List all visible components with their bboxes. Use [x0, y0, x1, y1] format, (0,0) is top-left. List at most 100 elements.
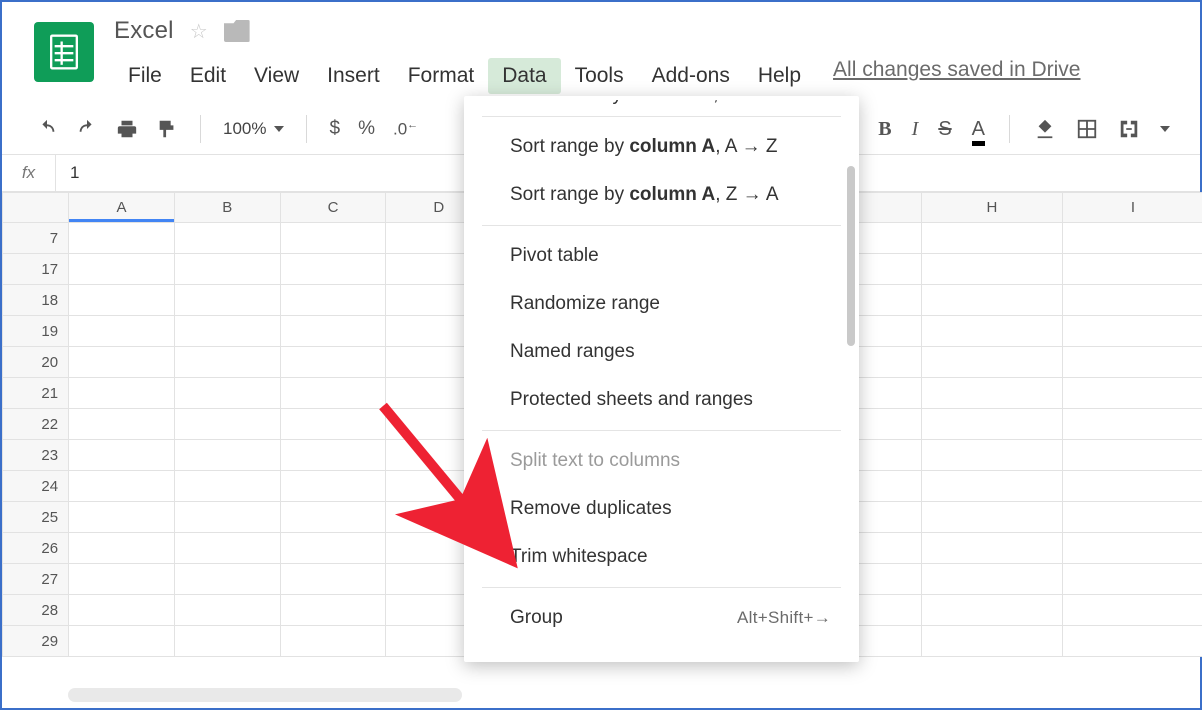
- cell[interactable]: [1062, 502, 1202, 533]
- cell[interactable]: [174, 595, 280, 626]
- menu-insert[interactable]: Insert: [313, 58, 394, 94]
- cell[interactable]: [69, 409, 175, 440]
- cell[interactable]: [280, 502, 386, 533]
- cell[interactable]: [69, 626, 175, 657]
- cell[interactable]: [69, 285, 175, 316]
- format-currency[interactable]: $: [329, 118, 340, 140]
- cell[interactable]: [174, 285, 280, 316]
- decrease-decimal[interactable]: .0←: [393, 119, 418, 140]
- cell[interactable]: [280, 378, 386, 409]
- row-header[interactable]: 17: [3, 254, 69, 285]
- cell[interactable]: [1062, 285, 1202, 316]
- cell[interactable]: [174, 378, 280, 409]
- cell[interactable]: [1062, 440, 1202, 471]
- cell[interactable]: [1062, 564, 1202, 595]
- cell[interactable]: [280, 533, 386, 564]
- cell[interactable]: [280, 223, 386, 254]
- cell[interactable]: [280, 347, 386, 378]
- cell[interactable]: [280, 285, 386, 316]
- menu-item-sort-range-az[interactable]: Sort range by column A, A → Z: [464, 123, 859, 171]
- star-icon[interactable]: ☆: [190, 19, 208, 44]
- cell[interactable]: [280, 409, 386, 440]
- cell[interactable]: [280, 564, 386, 595]
- cell[interactable]: [280, 471, 386, 502]
- cell[interactable]: [69, 254, 175, 285]
- cell[interactable]: [69, 347, 175, 378]
- menu-tools[interactable]: Tools: [561, 58, 638, 94]
- cell[interactable]: [69, 223, 175, 254]
- row-header[interactable]: 25: [3, 502, 69, 533]
- row-header[interactable]: 28: [3, 595, 69, 626]
- format-percent[interactable]: %: [358, 118, 375, 140]
- menu-scrollbar[interactable]: [847, 166, 855, 346]
- cell[interactable]: [174, 254, 280, 285]
- row-header[interactable]: 26: [3, 533, 69, 564]
- zoom-selector[interactable]: 100%: [223, 119, 284, 139]
- row-header[interactable]: 19: [3, 316, 69, 347]
- row-header[interactable]: 24: [3, 471, 69, 502]
- cell[interactable]: [921, 254, 1062, 285]
- horizontal-scrollbar[interactable]: [68, 688, 462, 702]
- row-header[interactable]: 23: [3, 440, 69, 471]
- borders-icon[interactable]: [1076, 118, 1098, 140]
- menu-item-trim-whitespace[interactable]: Trim whitespace: [464, 533, 859, 581]
- column-header[interactable]: A: [69, 193, 175, 223]
- folder-icon[interactable]: [224, 20, 250, 42]
- menu-item-named-ranges[interactable]: Named ranges: [464, 328, 859, 376]
- column-header[interactable]: I: [1062, 193, 1202, 223]
- cell[interactable]: [174, 223, 280, 254]
- cell[interactable]: [174, 347, 280, 378]
- formula-value[interactable]: 1: [56, 163, 79, 183]
- row-header[interactable]: 18: [3, 285, 69, 316]
- menu-item-group[interactable]: GroupAlt+Shift+→: [464, 594, 859, 642]
- cell[interactable]: [921, 223, 1062, 254]
- cell[interactable]: [69, 378, 175, 409]
- fill-color-icon[interactable]: [1034, 118, 1056, 140]
- cell[interactable]: [280, 254, 386, 285]
- text-color-button[interactable]: A: [972, 118, 985, 141]
- row-header[interactable]: 20: [3, 347, 69, 378]
- cell[interactable]: [921, 409, 1062, 440]
- cell[interactable]: [280, 440, 386, 471]
- cell[interactable]: [1062, 533, 1202, 564]
- menu-item-sort-sheet-za[interactable]: Sort sheet by column A, Z → A: [464, 100, 859, 110]
- cell[interactable]: [1062, 409, 1202, 440]
- cell[interactable]: [921, 471, 1062, 502]
- menu-item-randomize-range[interactable]: Randomize range: [464, 280, 859, 328]
- menu-edit[interactable]: Edit: [176, 58, 240, 94]
- save-status[interactable]: All changes saved in Drive: [833, 58, 1080, 94]
- select-all-corner[interactable]: [3, 193, 69, 223]
- cell[interactable]: [1062, 378, 1202, 409]
- row-header[interactable]: 29: [3, 626, 69, 657]
- menu-format[interactable]: Format: [394, 58, 489, 94]
- menu-item-remove-duplicates[interactable]: Remove duplicates: [464, 485, 859, 533]
- cell[interactable]: [1062, 254, 1202, 285]
- cell[interactable]: [921, 564, 1062, 595]
- cell[interactable]: [174, 471, 280, 502]
- column-header[interactable]: B: [174, 193, 280, 223]
- row-header[interactable]: 7: [3, 223, 69, 254]
- cell[interactable]: [921, 378, 1062, 409]
- cell[interactable]: [1062, 223, 1202, 254]
- paint-format-icon[interactable]: [156, 118, 178, 140]
- cell[interactable]: [174, 533, 280, 564]
- cell[interactable]: [174, 316, 280, 347]
- redo-icon[interactable]: [76, 118, 98, 140]
- cell[interactable]: [280, 595, 386, 626]
- print-icon[interactable]: [116, 118, 138, 140]
- cell[interactable]: [174, 409, 280, 440]
- column-header[interactable]: C: [280, 193, 386, 223]
- undo-icon[interactable]: [36, 118, 58, 140]
- row-header[interactable]: 27: [3, 564, 69, 595]
- menu-item-sort-range-za[interactable]: Sort range by column A, Z → A: [464, 171, 859, 219]
- cell[interactable]: [69, 316, 175, 347]
- cell[interactable]: [174, 626, 280, 657]
- cell[interactable]: [69, 595, 175, 626]
- cell[interactable]: [921, 316, 1062, 347]
- cell[interactable]: [69, 471, 175, 502]
- cell[interactable]: [280, 316, 386, 347]
- cell[interactable]: [280, 626, 386, 657]
- cell[interactable]: [921, 595, 1062, 626]
- strikethrough-button[interactable]: S: [938, 118, 951, 141]
- row-header[interactable]: 21: [3, 378, 69, 409]
